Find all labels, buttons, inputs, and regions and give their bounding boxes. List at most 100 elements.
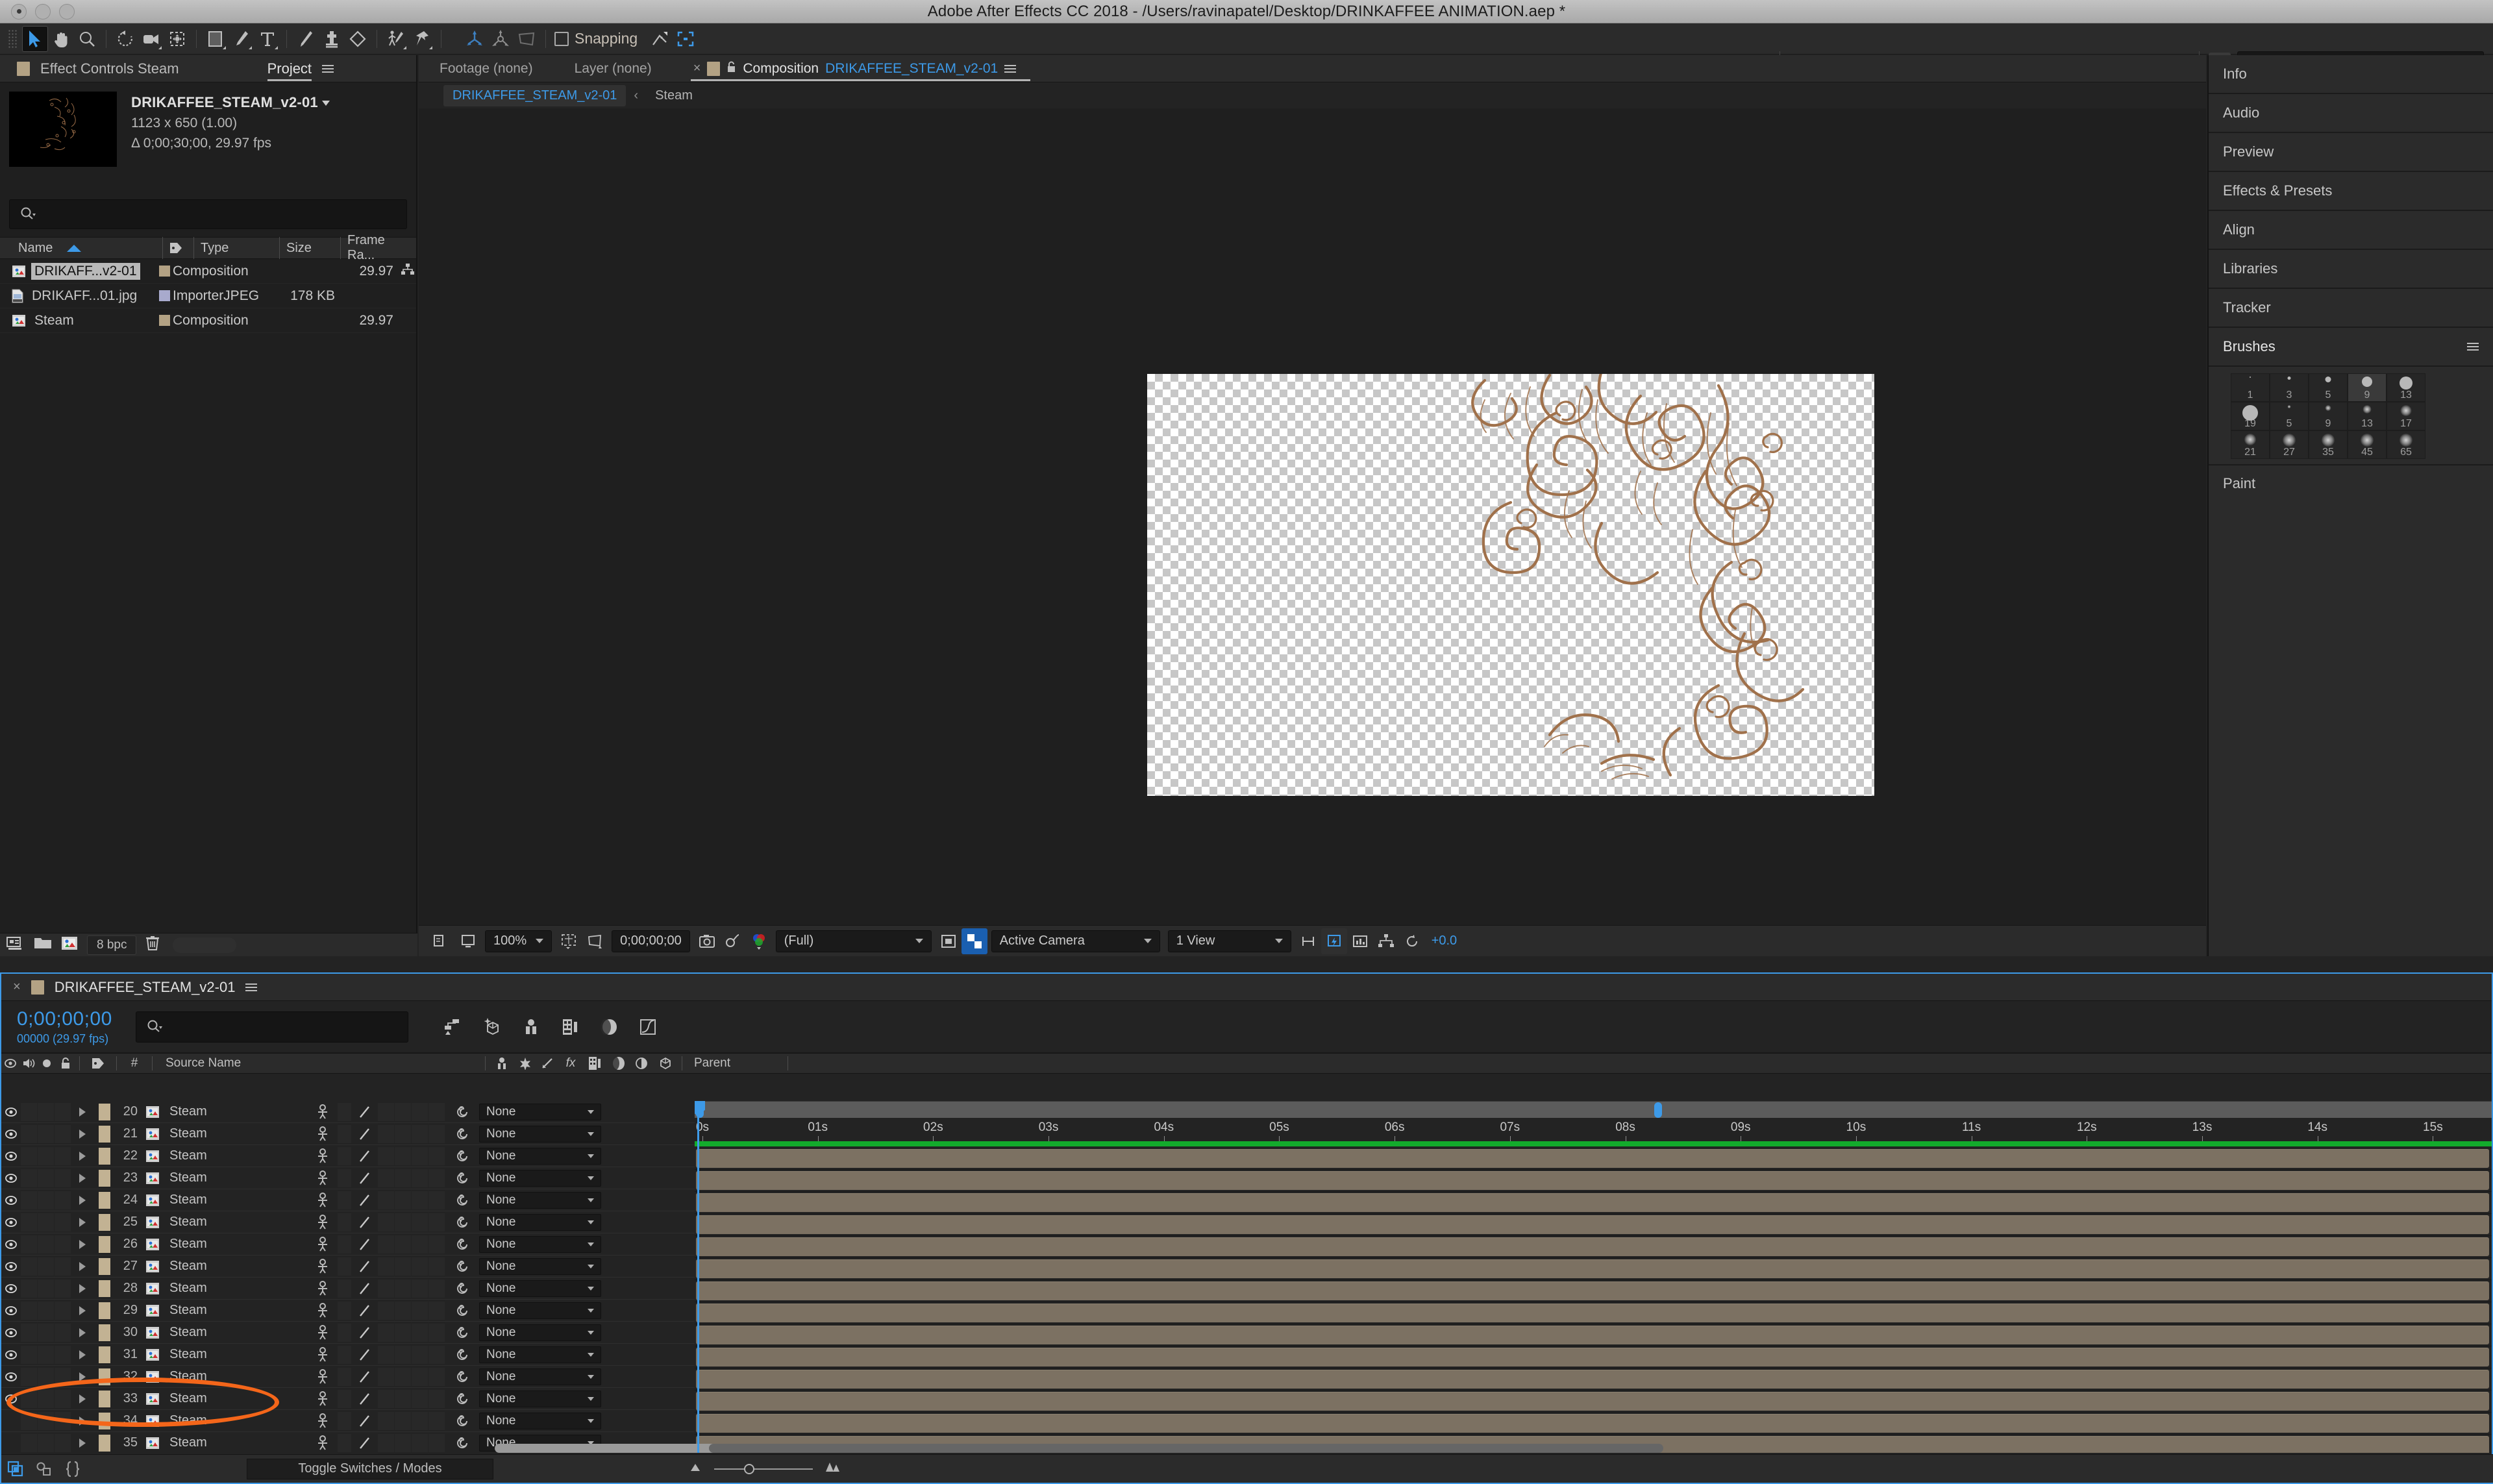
layer-label-color[interactable] [99,1236,110,1253]
layer-visibility-toggle[interactable] [1,1350,21,1360]
layer-frameblend-toggle[interactable] [395,1434,412,1452]
layer-fx-toggle[interactable] [378,1412,395,1430]
always-preview-icon[interactable] [429,928,455,954]
close-icon[interactable]: × [13,980,21,995]
tab-composition[interactable]: × Composition DRIKAFFEE_STEAM_v2-01 [673,55,1037,82]
row-label-swatch[interactable] [156,266,173,277]
column-label-icon[interactable] [84,1053,112,1074]
view-axis-mode-icon[interactable] [514,26,540,52]
layer-motionblur-toggle[interactable] [412,1235,428,1254]
layer-parent-select[interactable]: None [479,1192,601,1209]
layer-parent-select[interactable]: None [479,1258,601,1275]
layer-quality-icon[interactable] [352,1344,378,1366]
layer-frameblend-toggle[interactable] [395,1324,412,1342]
layer-fx-toggle[interactable] [378,1213,395,1231]
tab-effect-controls[interactable]: Effect Controls Steam [40,55,179,82]
layer-motionblur-toggle[interactable] [412,1346,428,1364]
layer-motionblur-toggle[interactable] [412,1412,428,1430]
layer-parent-pick-whip[interactable] [445,1167,479,1189]
layer-expand-triangle[interactable] [71,1432,93,1453]
layer-shy-toggle[interactable] [338,1390,352,1408]
layer-audio-toggle[interactable] [21,1368,38,1386]
timeline-graph-row[interactable] [695,1302,2492,1324]
layer-adjustment-toggle[interactable] [428,1213,445,1231]
eraser-tool[interactable] [345,26,371,52]
layer-shy-toggle[interactable] [338,1257,352,1276]
panel-preview[interactable]: Preview [2209,133,2493,172]
brush-preset[interactable]: 3 [2270,373,2309,402]
layer-audio-toggle[interactable] [21,1147,38,1165]
layer-quality-icon[interactable] [352,1255,378,1278]
layer-audio-toggle[interactable] [21,1125,38,1143]
lock-icon[interactable] [726,60,736,77]
close-icon[interactable]: × [693,61,701,76]
composition-render-area[interactable] [1147,374,1874,796]
layer-solo-toggle[interactable] [38,1390,55,1408]
layer-adjustment-toggle[interactable] [428,1169,445,1187]
layer-duration-bar[interactable] [696,1149,2489,1168]
layer-fx-toggle[interactable] [378,1235,395,1254]
layer-name-cell[interactable]: Steam [145,1126,308,1142]
column-size[interactable]: Size [279,237,340,259]
layer-lock-toggle[interactable] [55,1390,71,1408]
layer-label-color[interactable] [99,1104,110,1120]
project-row-jpeg[interactable]: DRIKAFF...01.jpg ImporterJPEG 178 KB [0,284,416,308]
row-label-swatch[interactable] [156,290,173,301]
layer-expand-triangle[interactable] [71,1410,93,1432]
layer-adjustment-toggle[interactable] [428,1257,445,1276]
layer-parent-pick-whip[interactable] [445,1322,479,1344]
brushes-menu-icon[interactable] [2467,343,2479,351]
layer-solo-toggle[interactable] [38,1368,55,1386]
layer-expand-triangle[interactable] [71,1388,93,1410]
layer-shy-toggle[interactable] [338,1324,352,1342]
layer-puppet-icon[interactable] [308,1233,338,1255]
layer-adjustment-toggle[interactable] [428,1103,445,1121]
comp-flowchart-icon[interactable] [401,264,414,279]
snapping-checkbox-box[interactable] [554,32,569,46]
exposure-value[interactable]: +0.0 [1432,934,1457,948]
column-quality-icon[interactable] [536,1053,558,1074]
layer-name-cell[interactable]: Steam [145,1104,308,1120]
select-all-bounds-icon[interactable] [673,26,699,52]
layer-expand-triangle[interactable] [71,1255,93,1278]
layer-fx-toggle[interactable] [378,1390,395,1408]
brush-preset[interactable]: 35 [2309,430,2348,459]
layer-name-cell[interactable]: Steam [145,1413,308,1429]
time-ruler[interactable]: 0s01s02s03s04s05s06s07s08s09s10s11s12s13… [695,1119,2492,1139]
layer-adjustment-toggle[interactable] [428,1147,445,1165]
layer-name-cell[interactable]: Steam [145,1435,308,1451]
comp-flowchart-icon[interactable] [1373,928,1399,954]
layer-quality-icon[interactable] [352,1410,378,1432]
layer-lock-toggle[interactable] [55,1434,71,1452]
layer-parent-pick-whip[interactable] [445,1410,479,1432]
layer-visibility-toggle[interactable] [1,1151,21,1161]
toggle-viewer-lock-icon[interactable] [455,928,481,954]
breadcrumb-comp[interactable]: DRIKAFFEE_STEAM_v2-01 [443,85,626,106]
layer-label-color[interactable] [99,1346,110,1363]
breadcrumb-steam[interactable]: Steam [646,85,702,106]
layer-shy-toggle[interactable] [338,1169,352,1187]
layer-adjustment-toggle[interactable] [428,1324,445,1342]
zoom-in-icon[interactable] [825,1461,841,1477]
toolbar-grip[interactable] [8,29,18,49]
layer-parent-select[interactable]: None [479,1391,601,1407]
layer-shy-toggle[interactable] [338,1368,352,1386]
layer-frameblend-toggle[interactable] [395,1147,412,1165]
panel-tracker[interactable]: Tracker [2209,289,2493,328]
layer-puppet-icon[interactable] [308,1189,338,1211]
layer-expand-triangle[interactable] [71,1366,93,1388]
layer-audio-toggle[interactable] [21,1302,38,1320]
layer-parent-pick-whip[interactable] [445,1300,479,1322]
layer-visibility-toggle[interactable] [1,1195,21,1206]
brush-preset[interactable]: 65 [2387,430,2425,459]
layer-adjustment-toggle[interactable] [428,1280,445,1298]
viewer-menu-icon[interactable] [1004,65,1016,73]
layer-name-cell[interactable]: Steam [145,1148,308,1164]
layer-parent-pick-whip[interactable] [445,1432,479,1453]
layer-parent-select[interactable]: None [479,1368,601,1385]
project-footer-pill[interactable] [173,937,236,953]
layer-shy-toggle[interactable] [338,1147,352,1165]
layer-duration-bar[interactable] [696,1326,2489,1344]
layer-name-cell[interactable]: Steam [145,1368,308,1385]
rotation-tool[interactable] [112,26,138,52]
